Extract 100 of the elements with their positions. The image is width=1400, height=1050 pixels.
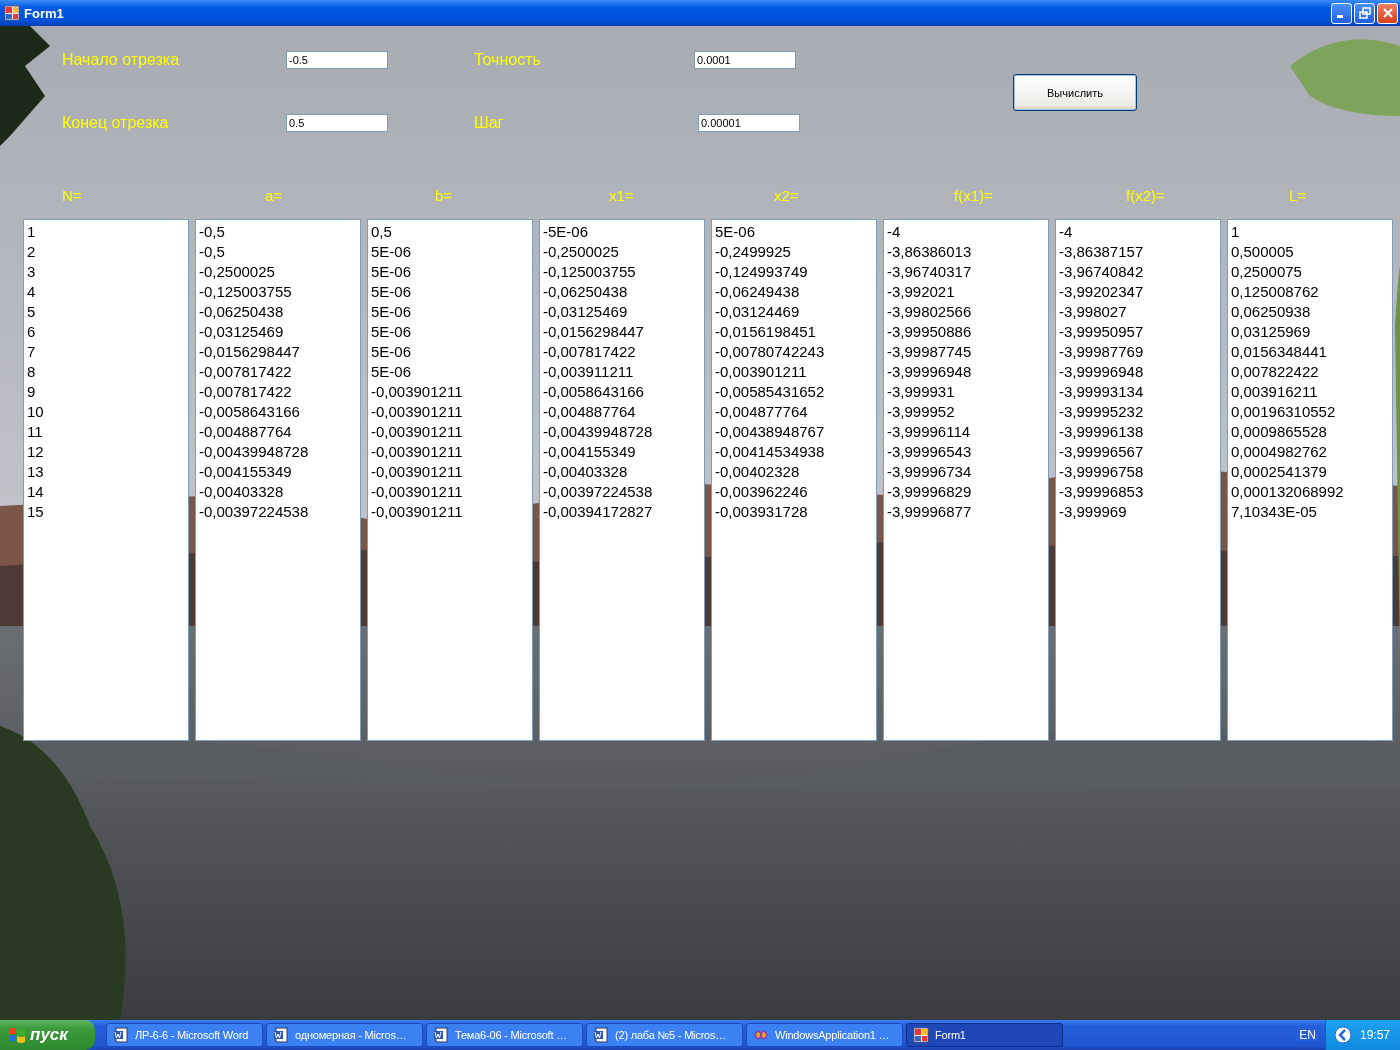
list-item[interactable]: -0,124993749: [715, 262, 873, 282]
list-item[interactable]: -0,2499925: [715, 242, 873, 262]
list-item[interactable]: 0,125008762: [1231, 282, 1389, 302]
list-item[interactable]: 5E-06: [371, 362, 529, 382]
list-item[interactable]: 15: [27, 502, 185, 522]
input-field[interactable]: -0.5: [286, 51, 388, 69]
list-item[interactable]: -0,03125469: [199, 322, 357, 342]
list-item[interactable]: -0,5: [199, 242, 357, 262]
restore-button[interactable]: [1354, 2, 1375, 24]
list-item[interactable]: -0,125003755: [199, 282, 357, 302]
list-item[interactable]: 0,003916211: [1231, 382, 1389, 402]
list-item[interactable]: 0,500005: [1231, 242, 1389, 262]
list-item[interactable]: 5E-06: [371, 242, 529, 262]
language-indicator[interactable]: EN: [1296, 1028, 1319, 1042]
list-box[interactable]: 1 2 3 4 5 6 7 8 9 10 11 12 13 14 15: [23, 219, 189, 741]
list-item[interactable]: 11: [27, 422, 185, 442]
input-field[interactable]: 0.5: [286, 114, 388, 132]
list-item[interactable]: 5E-06: [371, 322, 529, 342]
list-item[interactable]: -0,00402328: [715, 462, 873, 482]
list-item[interactable]: -0,003901211: [371, 402, 529, 422]
list-item[interactable]: -3,99950957: [1059, 322, 1217, 342]
list-item[interactable]: -3,999969: [1059, 502, 1217, 522]
start-button[interactable]: пуск: [0, 1020, 95, 1050]
list-item[interactable]: -0,007817422: [199, 362, 357, 382]
list-item[interactable]: -3,96740842: [1059, 262, 1217, 282]
list-box[interactable]: 5E-06 -0,2499925 -0,124993749 -0,06249438 -0,03124469 -0,0156198451 -0,00780742243 -0,003901211 -0,00585431652 -0,004877764 -0,00438948767 -0,00414534938 -0,00402328 -0,003962246 -0,003931728: [711, 219, 877, 741]
taskbar-button[interactable]: Form1: [906, 1023, 1063, 1047]
list-item[interactable]: -0,2500025: [543, 242, 701, 262]
taskbar-button[interactable]: ЛР-6-6 - Microsoft Word: [106, 1023, 263, 1047]
list-item[interactable]: 5E-06: [371, 302, 529, 322]
list-item[interactable]: -4: [887, 222, 1045, 242]
list-item[interactable]: 7,10343E-05: [1231, 502, 1389, 522]
list-item[interactable]: -0,2500025: [199, 262, 357, 282]
list-item[interactable]: 0,00196310552: [1231, 402, 1389, 422]
list-item[interactable]: -3,99996734: [887, 462, 1045, 482]
list-item[interactable]: 0,5: [371, 222, 529, 242]
chevron-left-icon[interactable]: [1333, 1026, 1352, 1044]
list-item[interactable]: -0,03124469: [715, 302, 873, 322]
list-item[interactable]: 5E-06: [371, 282, 529, 302]
list-item[interactable]: -0,003901211: [371, 422, 529, 442]
list-item[interactable]: -3,99996948: [1059, 362, 1217, 382]
list-item[interactable]: -0,003901211: [371, 482, 529, 502]
list-item[interactable]: -0,00780742243: [715, 342, 873, 362]
list-item[interactable]: 0,0004982762: [1231, 442, 1389, 462]
list-item[interactable]: -3,99996567: [1059, 442, 1217, 462]
list-item[interactable]: 10: [27, 402, 185, 422]
list-item[interactable]: 0,06250938: [1231, 302, 1389, 322]
list-item[interactable]: -3,99995232: [1059, 402, 1217, 422]
list-item[interactable]: -3,99950886: [887, 322, 1045, 342]
list-item[interactable]: -3,99802566: [887, 302, 1045, 322]
list-box[interactable]: 0,5 5E-06 5E-06 5E-06 5E-06 5E-06 5E-06 5E-06 -0,003901211 -0,003901211 -0,003901211 -0,003901211 -0,003901211 -0,003901211 -0,003901211: [367, 219, 533, 741]
list-item[interactable]: -0,004155349: [199, 462, 357, 482]
list-item[interactable]: -3,99996853: [1059, 482, 1217, 502]
list-item[interactable]: -0,0058643166: [199, 402, 357, 422]
list-item[interactable]: -3,998027: [1059, 302, 1217, 322]
list-item[interactable]: 3: [27, 262, 185, 282]
list-item[interactable]: -0,125003755: [543, 262, 701, 282]
list-item[interactable]: 5E-06: [371, 262, 529, 282]
list-item[interactable]: 8: [27, 362, 185, 382]
list-item[interactable]: -0,0156298447: [543, 322, 701, 342]
list-item[interactable]: -0,003901211: [371, 442, 529, 462]
list-item[interactable]: -3,99996829: [887, 482, 1045, 502]
list-box[interactable]: -5E-06 -0,2500025 -0,125003755 -0,06250438 -0,03125469 -0,0156298447 -0,007817422 -0,003911211 -0,0058643166 -0,004887764 -0,00439948728 -0,004155349 -0,00403328 -0,00397224538 -0,00394172827: [539, 219, 705, 741]
list-item[interactable]: -0,003931728: [715, 502, 873, 522]
list-item[interactable]: -3,99996877: [887, 502, 1045, 522]
list-item[interactable]: -0,007817422: [543, 342, 701, 362]
list-item[interactable]: -0,06250438: [543, 282, 701, 302]
list-item[interactable]: -0,003962246: [715, 482, 873, 502]
taskbar-button[interactable]: WindowsApplication1 …: [746, 1023, 903, 1047]
list-item[interactable]: -0,003901211: [371, 502, 529, 522]
list-item[interactable]: -3,99987769: [1059, 342, 1217, 362]
list-item[interactable]: -0,00397224538: [543, 482, 701, 502]
list-item[interactable]: -0,003901211: [371, 462, 529, 482]
list-item[interactable]: -0,004887764: [199, 422, 357, 442]
list-box[interactable]: 1 0,500005 0,2500075 0,125008762 0,06250938 0,03125969 0,0156348441 0,007822422 0,003916211 0,00196310552 0,0009865528 0,0004982762 0,0002541379 0,000132068992 7,10343E-05: [1227, 219, 1393, 741]
list-item[interactable]: -0,003911211: [543, 362, 701, 382]
list-item[interactable]: -3,99996948: [887, 362, 1045, 382]
list-item[interactable]: 1: [1231, 222, 1389, 242]
list-item[interactable]: 0,2500075: [1231, 262, 1389, 282]
list-item[interactable]: -0,00414534938: [715, 442, 873, 462]
list-item[interactable]: -0,00394172827: [543, 502, 701, 522]
list-item[interactable]: -3,99996543: [887, 442, 1045, 462]
input-field[interactable]: 0.00001: [698, 114, 800, 132]
list-item[interactable]: 9: [27, 382, 185, 402]
list-box[interactable]: -0,5 -0,5 -0,2500025 -0,125003755 -0,06250438 -0,03125469 -0,0156298447 -0,007817422 -0,007817422 -0,0058643166 -0,004887764 -0,00439948728 -0,004155349 -0,00403328 -0,00397224538: [195, 219, 361, 741]
list-item[interactable]: 14: [27, 482, 185, 502]
list-item[interactable]: 0,03125969: [1231, 322, 1389, 342]
list-item[interactable]: -0,004887764: [543, 402, 701, 422]
list-item[interactable]: -3,99993134: [1059, 382, 1217, 402]
minimize-button[interactable]: [1331, 2, 1352, 24]
list-item[interactable]: 13: [27, 462, 185, 482]
list-item[interactable]: -0,00438948767: [715, 422, 873, 442]
list-item[interactable]: 5: [27, 302, 185, 322]
list-item[interactable]: 12: [27, 442, 185, 462]
list-item[interactable]: -3,86387157: [1059, 242, 1217, 262]
list-item[interactable]: -4: [1059, 222, 1217, 242]
input-field[interactable]: 0.0001: [694, 51, 796, 69]
list-item[interactable]: 0,007822422: [1231, 362, 1389, 382]
list-item[interactable]: -3,96740317: [887, 262, 1045, 282]
list-item[interactable]: -0,00439948728: [199, 442, 357, 462]
